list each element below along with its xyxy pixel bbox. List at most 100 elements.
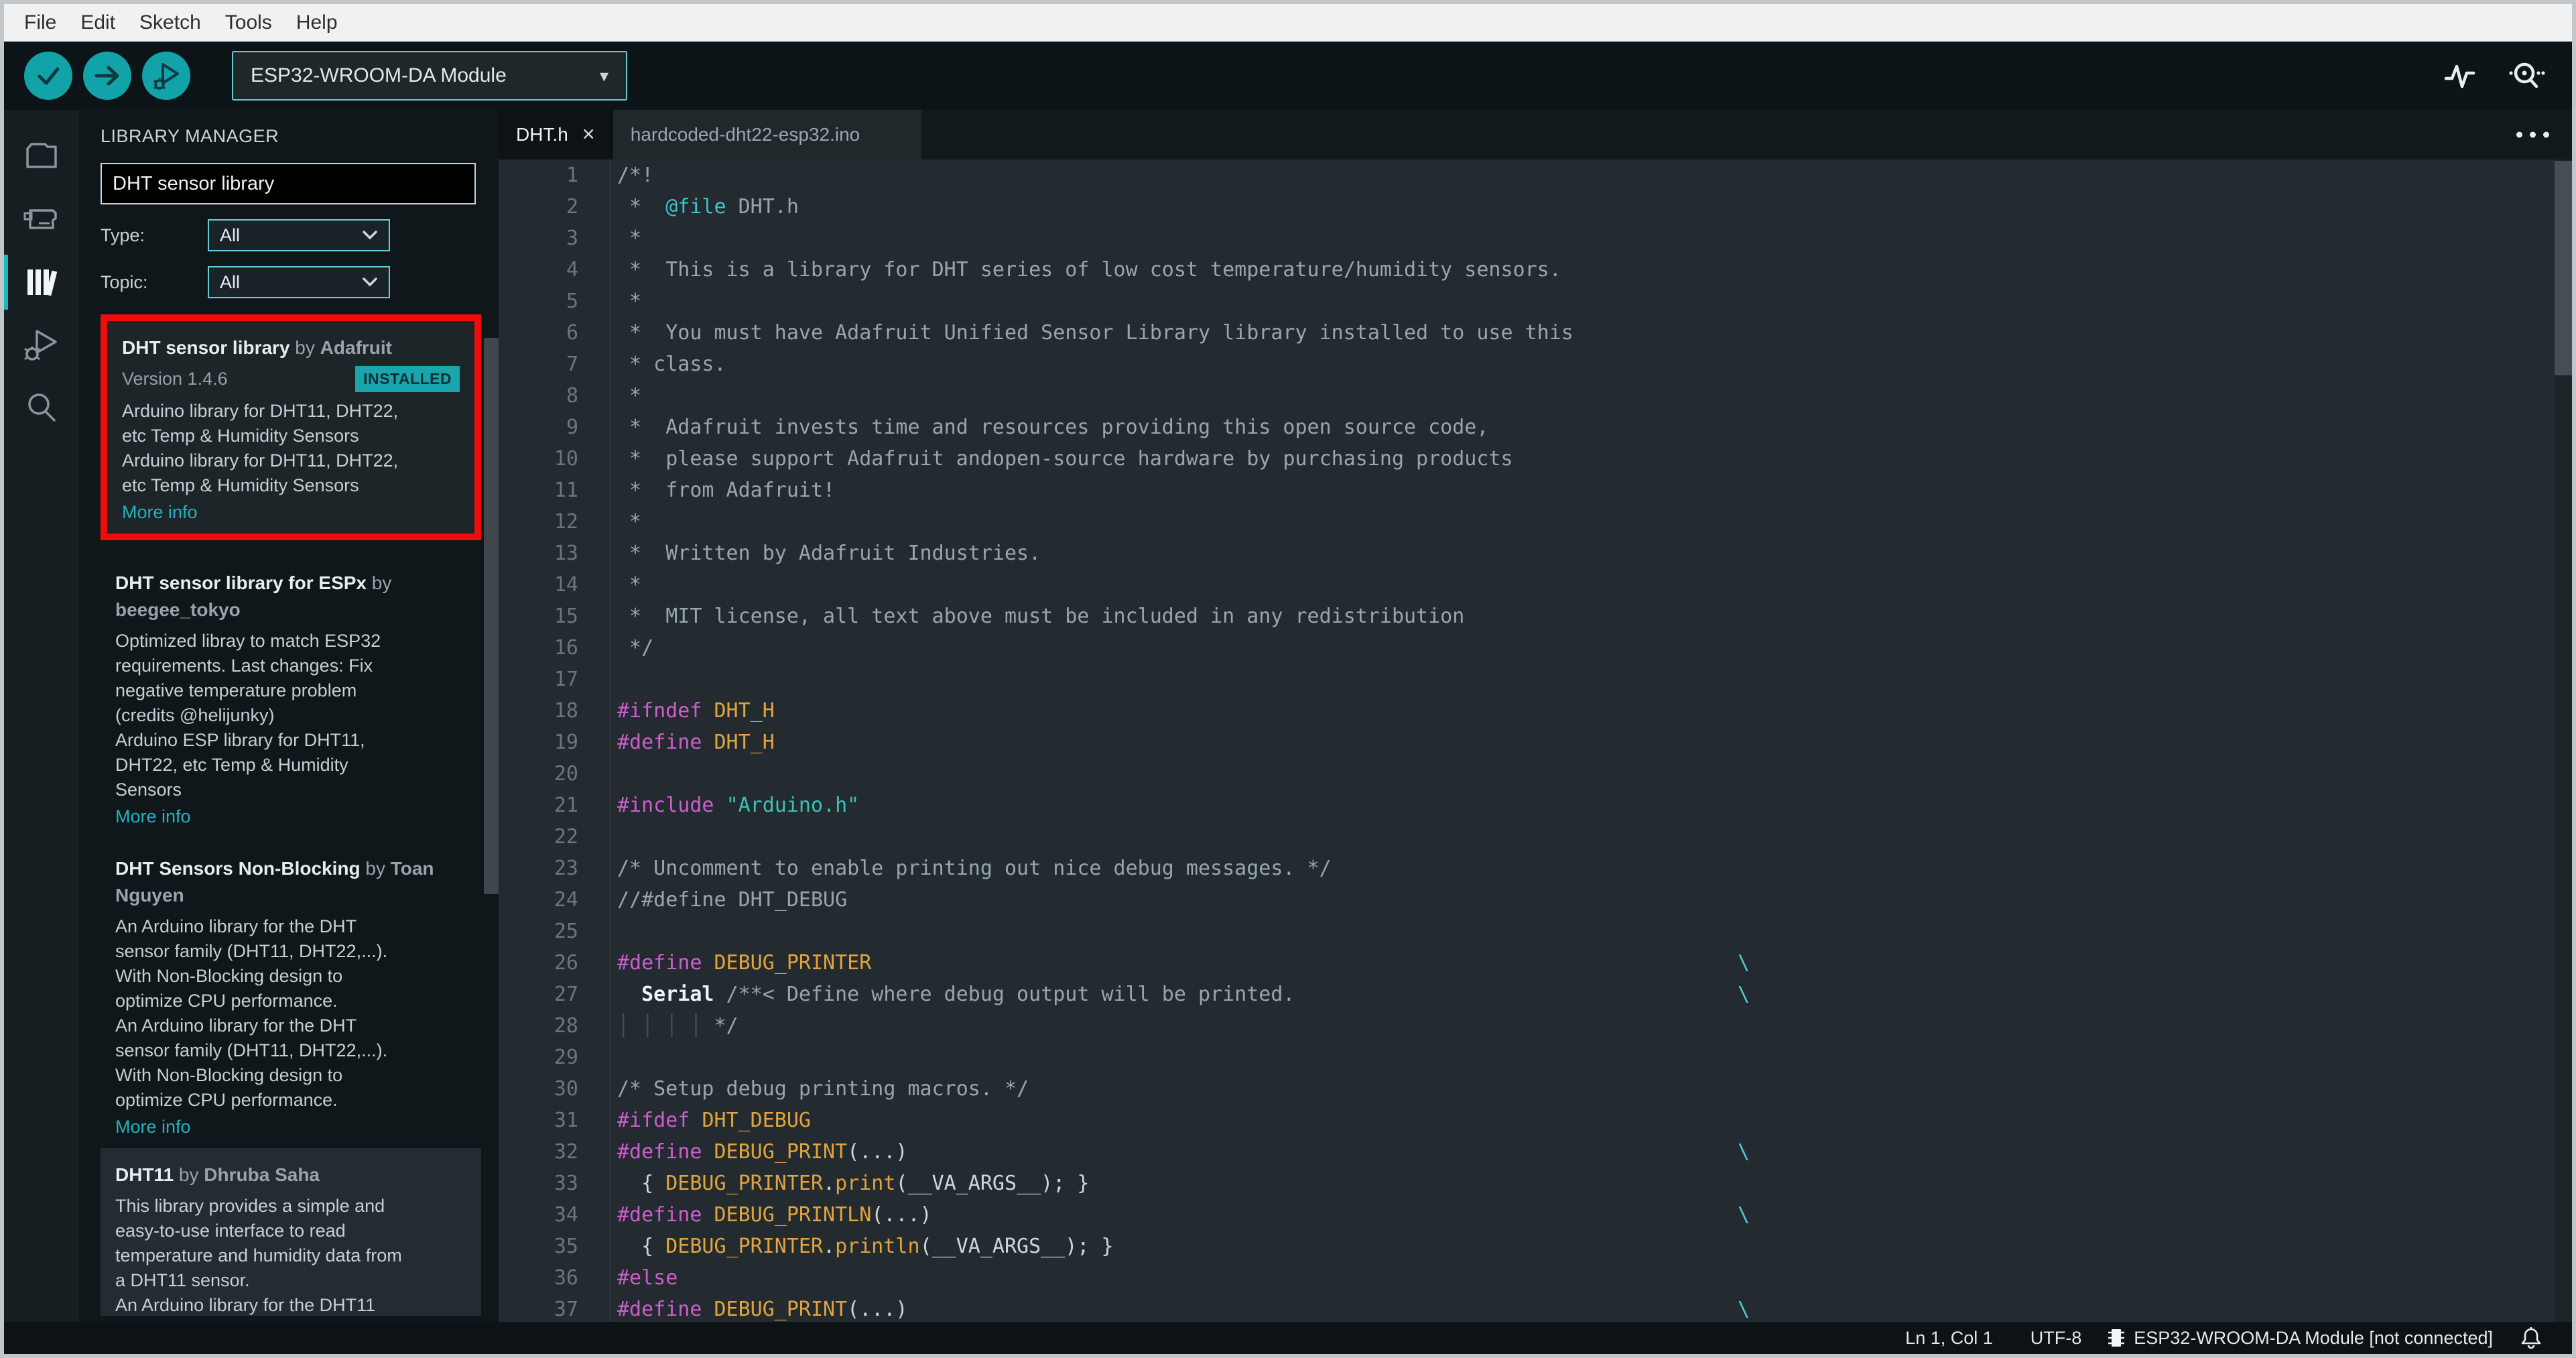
code-line[interactable]: 8 * <box>499 380 2572 412</box>
editor-scrollbar-thumb[interactable] <box>2555 161 2572 375</box>
code-line[interactable]: 15 * MIT license, all text above must be… <box>499 601 2572 632</box>
microchip-icon <box>2106 1326 2126 1349</box>
code-line[interactable]: 4 * This is a library for DHT series of … <box>499 254 2572 286</box>
topic-filter-select[interactable]: All <box>208 266 390 298</box>
code-line[interactable]: 19 #define DHT_H <box>499 727 2572 758</box>
line-number: 19 <box>554 731 578 754</box>
type-filter-select[interactable]: All <box>208 219 390 251</box>
more-info-link[interactable]: More info <box>115 806 466 827</box>
sidebar-item-library-manager[interactable] <box>4 251 79 314</box>
line-number: 23 <box>554 857 578 880</box>
serial-plotter-icon[interactable] <box>2442 58 2477 93</box>
editor-tab-DHT.h[interactable]: DHT.h ✕ <box>499 110 613 160</box>
code-line[interactable]: 22 <box>499 821 2572 853</box>
line-number: 30 <box>554 1077 578 1101</box>
editor-tab-hardcoded-dht22-esp32.ino[interactable]: hardcoded-dht22-esp32.ino <box>613 110 921 160</box>
code-line[interactable]: 29 <box>499 1042 2572 1073</box>
code-line[interactable]: 23 /* Uncomment to enable printing out ni… <box>499 853 2572 884</box>
code-line[interactable]: 14 * <box>499 569 2572 601</box>
code-line[interactable]: 32 #define DEBUG_PRINT(...) \ <box>499 1136 2572 1168</box>
code-line[interactable]: 26 #define DEBUG_PRINTER \ <box>499 947 2572 979</box>
code-line[interactable]: 10 * please support Adafruit andopen-sou… <box>499 443 2572 475</box>
code-line[interactable]: 6 * You must have Adafruit Unified Senso… <box>499 317 2572 349</box>
library-entry[interactable]: DHT sensor library for ESPx by beegee_to… <box>101 552 481 838</box>
right-arrow-icon <box>92 61 122 90</box>
more-info-link[interactable]: More info <box>122 502 460 523</box>
code-text: #ifdef DHT_DEBUG <box>609 1105 2572 1136</box>
upload-button[interactable] <box>83 52 131 100</box>
code-line[interactable]: 16 */ <box>499 632 2572 664</box>
menu-help[interactable]: Help <box>284 11 350 34</box>
code-line[interactable]: 7 * class. <box>499 349 2572 380</box>
code-text: /* Uncomment to enable printing out nice… <box>609 853 2572 884</box>
code-text: /* Setup debug printing macros. */ <box>609 1073 2572 1105</box>
code-editor[interactable]: 1/*! 2 * @file DHT.h 3 * 4 * This is a libr… <box>499 160 2572 1322</box>
line-number: 24 <box>554 888 578 912</box>
red-annotation-box: DHT sensor library by Adafruit Version 1.… <box>101 314 481 540</box>
sidebar-item-debug[interactable] <box>4 314 79 377</box>
code-text: * <box>609 506 2572 538</box>
encoding-indicator[interactable]: UTF-8 <box>2031 1328 2082 1349</box>
code-line[interactable]: 11 * from Adafruit! <box>499 475 2572 506</box>
code-line[interactable]: 9 * Adafruit invests time and resources … <box>499 412 2572 443</box>
code-line[interactable]: 17 <box>499 664 2572 695</box>
sidebar-item-sketchbook[interactable] <box>4 125 79 188</box>
line-number: 33 <box>554 1172 578 1195</box>
sidebar-item-boards-manager[interactable] <box>4 188 79 251</box>
serial-monitor-icon[interactable] <box>2506 58 2545 93</box>
menu-edit[interactable]: Edit <box>68 11 127 34</box>
activity-bar <box>4 110 79 1322</box>
library-search-input[interactable] <box>101 163 476 204</box>
code-line[interactable]: 3 * <box>499 223 2572 254</box>
code-text <box>609 1042 2572 1073</box>
line-number: 3 <box>566 227 578 250</box>
editor-more-actions-button[interactable] <box>2516 131 2549 138</box>
more-info-link[interactable]: More info <box>115 1117 466 1137</box>
line-number: 25 <box>554 920 578 943</box>
code-line[interactable]: 12 * <box>499 506 2572 538</box>
code-line[interactable]: 33 { DEBUG_PRINTER.print(__VA_ARGS__); } <box>499 1168 2572 1199</box>
code-line[interactable]: 28 │ │ │ │ */ <box>499 1010 2572 1042</box>
editor-area: DHT.h ✕ hardcoded-dht22-esp32.ino 1/*! 2 * … <box>499 110 2572 1322</box>
menu-tools[interactable]: Tools <box>213 11 284 34</box>
library-entry[interactable]: DHT Sensors Non-Blocking by Toan Nguyen A… <box>101 838 481 1148</box>
library-entry[interactable]: DHT sensor library by Adafruit Version 1.… <box>107 321 474 534</box>
code-line[interactable]: 25 <box>499 916 2572 947</box>
line-number: 29 <box>554 1046 578 1069</box>
debug-button[interactable] <box>142 52 190 100</box>
menu-file[interactable]: File <box>12 11 68 34</box>
sidebar-item-search[interactable] <box>4 377 79 440</box>
board-status-text: ESP32-WROOM-DA Module [not connected] <box>2134 1327 2493 1348</box>
close-tab-icon[interactable]: ✕ <box>582 125 596 145</box>
verify-button[interactable] <box>24 52 72 100</box>
cursor-position[interactable]: Ln 1, Col 1 <box>1905 1328 1993 1349</box>
library-panel-scrollbar[interactable] <box>484 338 499 894</box>
board-selector[interactable]: ESP32-WROOM-DA Module ▾ <box>232 51 627 101</box>
code-line[interactable]: 13 * Written by Adafruit Industries. <box>499 538 2572 569</box>
library-entry[interactable]: DHT11 by Dhruba Saha This library provide… <box>101 1148 481 1316</box>
code-line[interactable]: 31 #ifdef DHT_DEBUG <box>499 1105 2572 1136</box>
code-line[interactable]: 30 /* Setup debug printing macros. */ <box>499 1073 2572 1105</box>
board-status[interactable]: ESP32-WROOM-DA Module [not connected] <box>2106 1326 2493 1349</box>
line-number: 7 <box>566 353 578 376</box>
code-line[interactable]: 18 #ifndef DHT_H <box>499 695 2572 727</box>
tab-label: DHT.h <box>516 124 568 145</box>
code-line[interactable]: 21 #include "Arduino.h" <box>499 790 2572 821</box>
library-description: An Arduino library for the DHT sensor fam… <box>115 916 388 1110</box>
code-line[interactable]: 36 #else <box>499 1262 2572 1294</box>
line-number: 16 <box>554 636 578 660</box>
line-number: 9 <box>566 416 578 439</box>
editor-scrollbar[interactable] <box>2555 160 2572 1322</box>
menu-sketch[interactable]: Sketch <box>127 11 213 34</box>
code-line[interactable]: 35 { DEBUG_PRINTER.println(__VA_ARGS__);… <box>499 1231 2572 1262</box>
notifications-bell-icon[interactable] <box>2520 1326 2542 1350</box>
code-line[interactable]: 5 * <box>499 286 2572 317</box>
code-line[interactable]: 24 //#define DHT_DEBUG <box>499 884 2572 916</box>
code-line[interactable]: 20 <box>499 758 2572 790</box>
code-line[interactable]: 27 Serial /**< Define where debug output… <box>499 979 2572 1010</box>
code-line[interactable]: 34 #define DEBUG_PRINTLN(...) \ <box>499 1199 2572 1231</box>
code-line[interactable]: 37 #define DEBUG_PRINT(...) \ <box>499 1294 2572 1322</box>
code-line[interactable]: 1 /*! <box>499 160 2572 191</box>
books-icon <box>21 261 62 303</box>
code-line[interactable]: 2 * @file DHT.h <box>499 191 2572 223</box>
